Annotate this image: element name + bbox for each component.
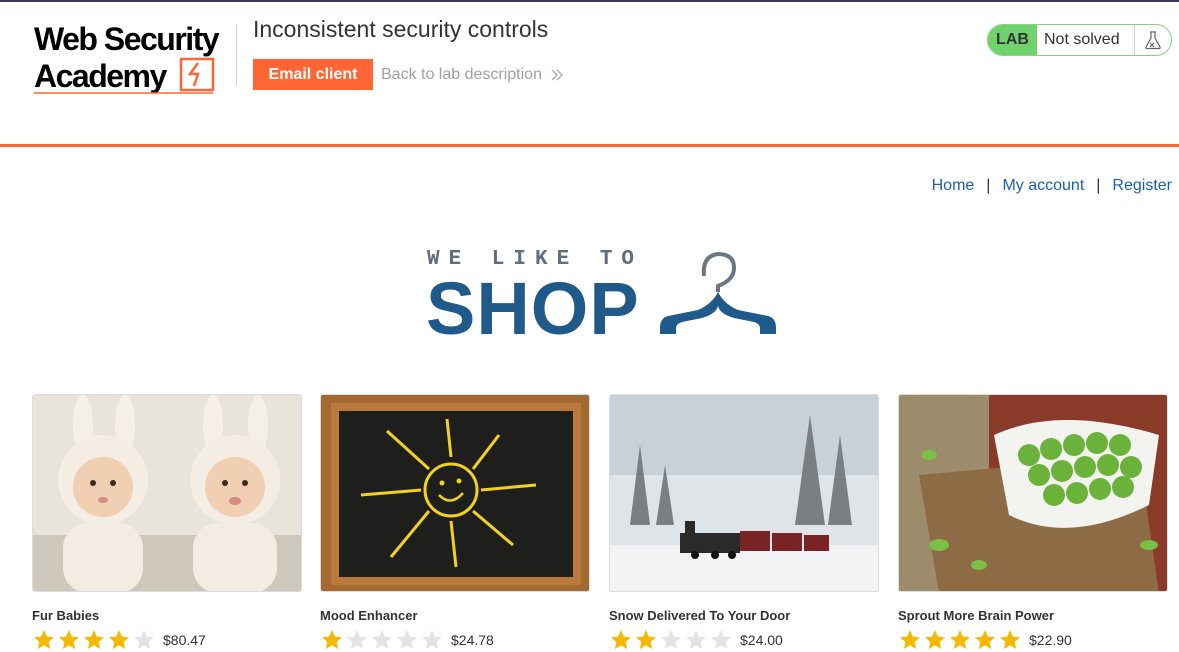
star-filled-icon <box>950 630 970 649</box>
product-rating: $24.78 <box>320 628 494 652</box>
star-filled-icon <box>975 630 995 649</box>
product-rating: $80.47 <box>32 628 206 652</box>
star-filled-icon <box>900 630 920 649</box>
svg-text:Web Security: Web Security <box>34 22 220 57</box>
star-filled-icon <box>34 630 54 649</box>
rating-stars <box>609 628 734 652</box>
back-to-lab-description-link[interactable]: Back to lab description <box>381 66 564 84</box>
nav-home-link[interactable]: Home <box>932 177 975 195</box>
rating-stars <box>898 628 1023 652</box>
top-nav: Home | My account | Register <box>932 177 1172 195</box>
star-filled-icon <box>84 630 104 649</box>
header-divider <box>0 144 1179 147</box>
flask-icon <box>1135 25 1171 55</box>
product-name: Snow Delivered To Your Door <box>609 608 791 623</box>
product-image-fur-babies[interactable] <box>32 394 302 592</box>
double-chevron-right-icon <box>551 69 564 81</box>
product-card[interactable]: Fur Babies $80.47 <box>32 394 302 649</box>
shop-hero-banner: WE LIKE TO SHOP <box>426 246 780 350</box>
email-client-button[interactable]: Email client <box>253 59 373 90</box>
star-filled-icon <box>925 630 945 649</box>
product-price: $22.90 <box>1029 632 1072 648</box>
star-empty-icon <box>372 630 392 649</box>
nav-separator: | <box>986 177 991 194</box>
top-border <box>0 0 1179 2</box>
product-name: Fur Babies <box>32 608 100 623</box>
product-card[interactable]: Sprout More Brain Power $22.90 <box>898 394 1168 649</box>
star-empty-icon <box>686 630 706 649</box>
star-empty-icon <box>422 630 442 649</box>
star-filled-icon <box>1000 630 1020 649</box>
star-empty-icon <box>397 630 417 649</box>
star-empty-icon <box>134 630 154 649</box>
svg-text:Academy: Academy <box>34 58 168 94</box>
star-filled-icon <box>59 630 79 649</box>
lab-badge: LAB <box>988 25 1037 55</box>
star-empty-icon <box>347 630 367 649</box>
lab-state: Not solved <box>1037 25 1135 55</box>
star-filled-icon <box>322 630 342 649</box>
product-price: $24.78 <box>451 632 494 648</box>
back-link-label: Back to lab description <box>381 66 542 83</box>
star-empty-icon <box>711 630 731 649</box>
nav-my-account-link[interactable]: My account <box>1002 177 1084 195</box>
product-card[interactable]: Snow Delivered To Your Door $24.00 <box>609 394 879 649</box>
star-empty-icon <box>661 630 681 649</box>
star-filled-icon <box>636 630 656 649</box>
lab-status-widget: LAB Not solved <box>987 24 1172 56</box>
nav-register-link[interactable]: Register <box>1112 177 1172 195</box>
product-name: Sprout More Brain Power <box>898 608 1055 623</box>
product-rating: $22.90 <box>898 628 1072 652</box>
product-price: $24.00 <box>740 632 783 648</box>
star-filled-icon <box>109 630 129 649</box>
product-price: $80.47 <box>163 632 206 648</box>
hanger-icon <box>660 251 776 334</box>
product-image-sprouts[interactable] <box>898 394 1168 592</box>
rating-stars <box>32 628 157 652</box>
product-card[interactable]: Mood Enhancer $24.78 <box>320 394 590 649</box>
product-name: Mood Enhancer <box>320 608 418 623</box>
nav-separator: | <box>1096 177 1101 194</box>
product-rating: $24.00 <box>609 628 783 652</box>
rating-stars <box>320 628 445 652</box>
logo-divider <box>236 24 237 86</box>
star-filled-icon <box>611 630 631 649</box>
product-image-snow-train[interactable] <box>609 394 879 592</box>
web-security-academy-logo[interactable]: Web Security Academy <box>32 21 236 96</box>
lab-title: Inconsistent security controls <box>253 16 549 42</box>
hero-title: SHOP <box>426 267 640 350</box>
product-image-mood-enhancer[interactable] <box>320 394 590 592</box>
